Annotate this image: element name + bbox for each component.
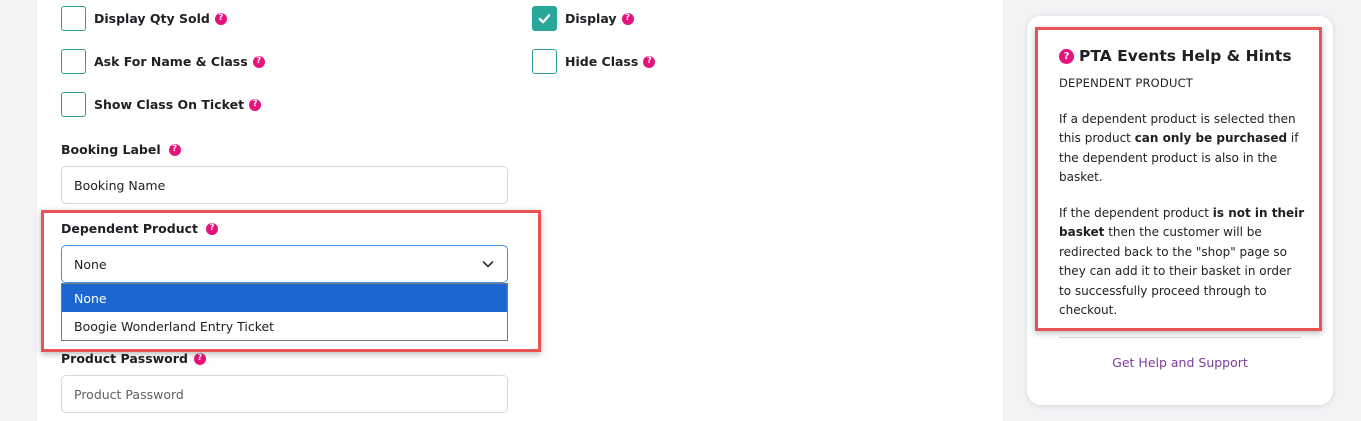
booking-label-heading: Booking Label ? — [61, 142, 181, 157]
display-qty-sold-label: Display Qty Sold — [94, 11, 210, 26]
dependent-product-selected-value: None — [74, 256, 107, 272]
booking-label-text: Booking Label — [61, 142, 161, 157]
help-icon: ? — [1059, 48, 1074, 64]
help-text: If the dependent product — [1059, 206, 1213, 220]
ask-name-class-checkbox[interactable] — [61, 49, 86, 74]
checkmark-icon — [538, 14, 551, 24]
get-help-support-link[interactable]: Get Help and Support — [1059, 355, 1301, 370]
help-icon[interactable]: ? — [643, 55, 656, 68]
display-option[interactable]: Display ? — [532, 6, 634, 31]
help-icon[interactable]: ? — [193, 352, 206, 365]
hide-class-label: Hide Class — [565, 54, 639, 69]
help-subtitle: DEPENDENT PRODUCT — [1059, 76, 1194, 90]
show-class-ticket-option[interactable]: Show Class On Ticket ? — [61, 92, 262, 117]
dependent-product-select[interactable]: None — [61, 245, 508, 283]
help-icon[interactable]: ? — [168, 143, 181, 156]
product-password-heading: Product Password ? — [61, 351, 206, 366]
help-title: ? PTA Events Help & Hints — [1059, 47, 1292, 65]
ask-name-class-label: Ask For Name & Class — [94, 54, 248, 69]
dependent-product-heading: Dependent Product ? — [61, 221, 218, 236]
help-paragraph-2: If the dependent product is not in their… — [1059, 204, 1307, 320]
hide-class-checkbox[interactable] — [532, 49, 557, 74]
dropdown-option-none[interactable]: None — [62, 284, 507, 312]
help-paragraph-1: If a dependent product is selected then … — [1059, 110, 1307, 188]
help-icon[interactable]: ? — [249, 98, 262, 111]
dependent-product-text: Dependent Product — [61, 221, 198, 236]
show-class-ticket-label: Show Class On Ticket — [94, 97, 245, 112]
help-icon[interactable]: ? — [621, 12, 634, 25]
display-qty-sold-option[interactable]: Display Qty Sold ? — [61, 6, 227, 31]
hide-class-option[interactable]: Hide Class ? — [532, 49, 656, 74]
display-checkbox[interactable] — [532, 6, 557, 31]
dependent-product-dropdown: None Boogie Wonderland Entry Ticket — [61, 283, 508, 341]
divider — [1059, 337, 1301, 338]
dropdown-option-boogie-wonderland[interactable]: Boogie Wonderland Entry Ticket — [62, 312, 507, 340]
chevron-down-icon — [482, 261, 494, 268]
show-class-ticket-checkbox[interactable] — [61, 92, 86, 117]
product-password-text: Product Password — [61, 351, 188, 366]
product-password-input[interactable] — [61, 375, 508, 413]
display-qty-sold-checkbox[interactable] — [61, 6, 86, 31]
booking-label-input[interactable] — [61, 166, 508, 204]
display-label: Display — [565, 11, 617, 26]
help-title-text: PTA Events Help & Hints — [1079, 47, 1292, 65]
help-icon[interactable]: ? — [252, 55, 265, 68]
ask-name-class-option[interactable]: Ask For Name & Class ? — [61, 49, 265, 74]
help-icon[interactable]: ? — [205, 222, 218, 235]
help-emphasis: can only be purchased — [1134, 131, 1288, 146]
help-icon[interactable]: ? — [214, 12, 227, 25]
